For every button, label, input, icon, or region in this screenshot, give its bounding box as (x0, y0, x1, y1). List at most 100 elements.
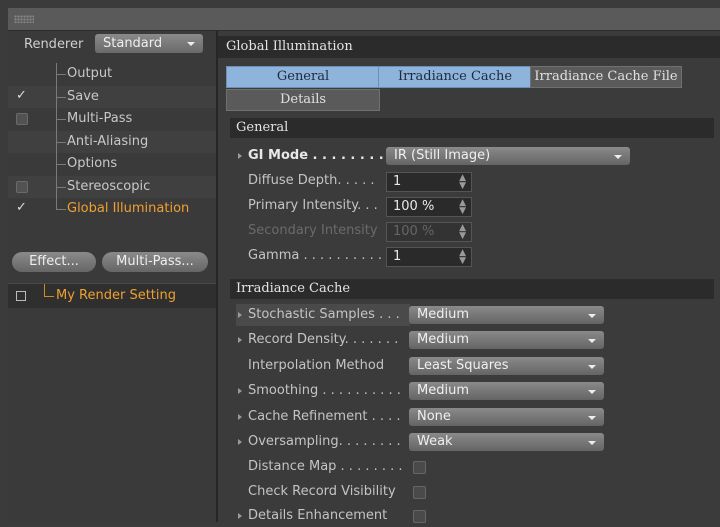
secondary-intensity-row: Secondary Intensity 100 % ▲ ▼ (236, 220, 714, 242)
global-illumination-panel: Global Illumination General Irradiance C… (218, 31, 720, 523)
expand-arrow-icon[interactable] (238, 414, 242, 420)
diffuse-depth-label: Diffuse Depth. . . . . (248, 173, 375, 188)
spinner-icon: ▲ ▼ (459, 223, 466, 241)
tree-item-options[interactable]: Options (8, 153, 216, 176)
tree-item-output[interactable]: Output (8, 63, 216, 86)
record-density-row: Record Density. . . . . . . Medium (236, 329, 714, 351)
expand-arrow-icon[interactable] (238, 312, 242, 318)
gamma-field[interactable]: 1 ▲ ▼ (386, 247, 472, 267)
chevron-down-icon (588, 390, 596, 394)
chevron-down-icon (614, 155, 622, 159)
gi-mode-value: IR (Still Image) (394, 148, 491, 163)
cache-refinement-label: Cache Refinement . . . . (248, 409, 401, 424)
diffuse-depth-field[interactable]: 1 ▲ ▼ (386, 172, 472, 192)
stochastic-samples-label: Stochastic Samples . . . (248, 307, 400, 322)
interpolation-method-value: Least Squares (417, 358, 509, 373)
spinner-icon[interactable]: ▲ ▼ (459, 174, 466, 191)
tree-item-label: Stereoscopic (67, 178, 151, 194)
record-density-value: Medium (417, 332, 469, 347)
enable-checkbox[interactable] (16, 180, 28, 193)
expand-arrow-icon[interactable] (238, 388, 242, 394)
diffuse-depth-row: Diffuse Depth. . . . . 1 ▲ ▼ (236, 170, 714, 192)
tree-branch (56, 209, 66, 210)
interpolation-method-row: Interpolation Method Least Squares (236, 355, 714, 377)
section-header-general: General (230, 118, 714, 138)
interpolation-method-dropdown[interactable]: Least Squares (409, 357, 604, 375)
section-header-irradiance-cache: Irradiance Cache (230, 279, 714, 299)
gamma-value: 1 (393, 249, 402, 264)
renderer-value: Standard (103, 36, 163, 51)
render-setting-item[interactable]: My Render Setting (8, 283, 216, 308)
record-density-dropdown[interactable]: Medium (409, 331, 604, 349)
cache-refinement-value: None (417, 409, 451, 424)
gi-mode-dropdown[interactable]: IR (Still Image) (386, 147, 630, 165)
expand-arrow-icon[interactable] (238, 153, 242, 159)
chevron-down-icon (588, 416, 596, 420)
gamma-label: Gamma . . . . . . . . . . (248, 248, 382, 263)
tree-item-global-illumination[interactable]: ✓ Global Illumination (8, 198, 216, 221)
tree-branch (56, 74, 66, 75)
multi-pass-button[interactable]: Multi-Pass... (102, 252, 208, 272)
record-density-label: Record Density. . . . . . . (248, 332, 399, 347)
expand-arrow-icon[interactable] (238, 337, 242, 343)
tree-branch (56, 141, 66, 143)
enable-checkbox[interactable] (16, 113, 28, 125)
primary-intensity-field[interactable]: 100 % ▲ ▼ (386, 197, 472, 217)
chevron-down-icon (588, 314, 596, 318)
secondary-intensity-value: 100 % (393, 224, 435, 239)
tree-branch (56, 186, 66, 188)
tree-item-anti-aliasing[interactable]: Anti-Aliasing (8, 130, 216, 153)
tree-line (44, 284, 45, 296)
oversampling-value: Weak (417, 434, 453, 449)
tree-branch (56, 96, 66, 98)
checkmark-icon[interactable]: ✓ (16, 201, 28, 214)
smoothing-dropdown[interactable]: Medium (409, 382, 604, 400)
primary-intensity-label: Primary Intensity. . . (248, 198, 378, 213)
panel-title-bar: Global Illumination (218, 36, 720, 58)
oversampling-dropdown[interactable]: Weak (409, 433, 604, 451)
grip-icon[interactable] (14, 15, 34, 23)
chevron-down-icon (187, 42, 195, 46)
chevron-down-icon (588, 441, 596, 445)
section-title: Irradiance Cache (236, 281, 351, 296)
tree-item-save[interactable]: ✓ Save (8, 85, 216, 108)
checkmark-icon[interactable]: ✓ (16, 89, 28, 102)
tree-item-label: Output (67, 66, 113, 81)
spinner-icon[interactable]: ▲ ▼ (459, 199, 466, 216)
chevron-down-icon (588, 365, 596, 369)
check-record-visibility-checkbox[interactable] (413, 486, 426, 499)
distance-map-checkbox[interactable] (413, 461, 426, 474)
gi-mode-label: GI Mode . . . . . . . . . (248, 148, 394, 163)
oversampling-row: Oversampling. . . . . . . . Weak (236, 431, 714, 453)
smoothing-row: Smoothing . . . . . . . . . . Medium (236, 380, 714, 402)
tab-irradiance-cache-file[interactable]: Irradiance Cache File (530, 66, 682, 88)
cache-refinement-dropdown[interactable]: None (409, 408, 604, 426)
render-setting-icon (16, 291, 26, 301)
expand-arrow-icon[interactable] (238, 439, 242, 445)
diffuse-depth-value: 1 (393, 174, 402, 189)
tree-branch (56, 164, 66, 165)
tab-irradiance-cache[interactable]: Irradiance Cache (378, 66, 532, 88)
stochastic-samples-dropdown[interactable]: Medium (409, 306, 604, 324)
stochastic-samples-row: Stochastic Samples . . . (236, 304, 410, 326)
gi-mode-row: GI Mode . . . . . . . . . IR (Still Imag… (236, 145, 714, 167)
settings-tree: Output ✓ Save Multi-Pass Anti-Aliasing O… (8, 63, 216, 221)
tab-general[interactable]: General (226, 66, 380, 88)
tree-item-stereoscopic[interactable]: Stereoscopic (8, 175, 216, 198)
tree-item-multi-pass[interactable]: Multi-Pass (8, 108, 216, 131)
primary-intensity-value: 100 % (393, 199, 435, 214)
window-titlebar (8, 8, 720, 31)
panel-title: Global Illumination (226, 39, 353, 54)
expand-arrow-icon[interactable] (238, 513, 242, 519)
details-enhancement-checkbox[interactable] (413, 510, 426, 523)
renderer-dropdown[interactable]: Standard (95, 34, 203, 53)
oversampling-label: Oversampling. . . . . . . . (248, 434, 401, 449)
spinner-icon[interactable]: ▲ ▼ (459, 249, 466, 266)
effect-button[interactable]: Effect... (12, 252, 96, 272)
interpolation-method-label: Interpolation Method (248, 358, 385, 373)
distance-map-row: Distance Map . . . . . . . . (236, 456, 714, 478)
distance-map-label: Distance Map . . . . . . . . (248, 459, 403, 474)
renderer-label: Renderer (24, 37, 84, 52)
tree-branch (56, 119, 66, 120)
tab-details[interactable]: Details (226, 89, 380, 111)
